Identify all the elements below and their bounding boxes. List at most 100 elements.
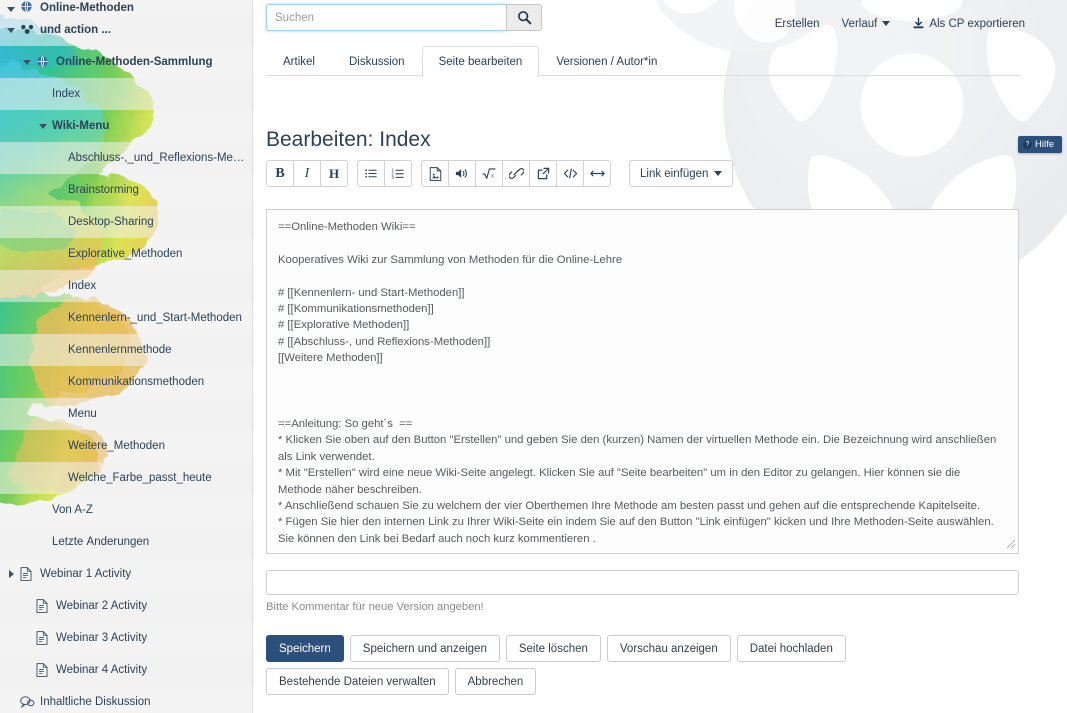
chevron-down-icon — [882, 21, 890, 26]
sidebar-item-label: Index — [52, 88, 80, 100]
header-link-als-cp-exportieren[interactable]: Als CP exportieren — [912, 17, 1025, 30]
chevron-down-icon[interactable] — [23, 57, 33, 67]
sidebar-item-webinar-1-activity[interactable]: Webinar 1 Activity — [0, 558, 252, 590]
page-title: Bearbeiten: Index — [266, 128, 431, 152]
speichern-und-anzeigen-button[interactable]: Speichern und anzeigen — [350, 635, 500, 662]
sidebar-item-wiki-menu[interactable]: Wiki-Menu — [0, 110, 252, 142]
caret-spacer — [55, 409, 65, 419]
caret-spacer — [55, 313, 65, 323]
insert-audio-button[interactable] — [448, 160, 476, 187]
tab-seite-bearbeiten[interactable]: Seite bearbeiten — [422, 46, 540, 78]
tab-diskussion[interactable]: Diskussion — [332, 46, 422, 78]
sidebar-item-label: Weitere_Methoden — [68, 440, 165, 452]
sidebar-item-brainstorming[interactable]: Brainstorming — [0, 174, 252, 206]
caret-spacer — [55, 281, 65, 291]
caret-spacer — [7, 697, 17, 707]
header-link-verlauf[interactable]: Verlauf — [842, 18, 891, 30]
sidebar-item-kennenlernmethode[interactable]: Kennenlernmethode — [0, 334, 252, 366]
link-insert-dropdown[interactable]: Link einfügen — [629, 160, 733, 187]
help-button-label: Hilfe — [1035, 139, 1054, 150]
sidebar-item-inhaltliche-diskussion[interactable]: Inhaltliche Diskussion — [0, 686, 252, 713]
bullet-list-button[interactable] — [357, 160, 385, 187]
sidebar-item-label: Explorative_Methoden — [68, 248, 182, 260]
search-icon — [517, 10, 532, 25]
chevron-down-icon[interactable] — [39, 121, 49, 131]
sidebar-item-von-a-z[interactable]: Von A-Z — [0, 494, 252, 526]
insert-formula-button[interactable]: x — [475, 160, 503, 187]
numbered-list-icon: 123 — [391, 167, 405, 180]
insert-link-icon — [509, 167, 524, 180]
sidebar-item-webinar-3-activity[interactable]: Webinar 3 Activity — [0, 622, 252, 654]
insert-image-icon — [429, 167, 442, 181]
numbered-list-button[interactable]: 123 — [384, 160, 412, 187]
heading-button[interactable]: H — [320, 160, 348, 187]
tab-artikel[interactable]: Artikel — [266, 46, 332, 78]
caret-spacer — [55, 153, 65, 163]
source-code-button[interactable] — [556, 160, 584, 187]
caret-spacer — [23, 601, 33, 611]
sidebar-item-label: Von A-Z — [52, 504, 93, 516]
chevron-right-icon[interactable] — [7, 569, 17, 579]
sidebar-item-explorative-methoden[interactable]: Explorative_Methoden — [0, 238, 252, 270]
speichern-button[interactable]: Speichern — [266, 635, 344, 662]
sidebar-item-index[interactable]: Index — [0, 270, 252, 302]
insert-image-button[interactable] — [421, 160, 449, 187]
sidebar-item-letzte-nderungen[interactable]: Letzte Änderungen — [0, 526, 252, 558]
sidebar-item-label: Kennenlern-_und_Start-Methoden — [68, 312, 242, 324]
chevron-down-icon[interactable] — [7, 4, 17, 14]
sidebar-item-abschluss-und-reflexions-methoden[interactable]: Abschluss-,_und_Reflexions-Methoden — [0, 142, 252, 174]
globe-icon — [36, 55, 51, 69]
version-comment-input[interactable] — [266, 570, 1019, 595]
search-button[interactable] — [506, 4, 542, 31]
sidebar-item-webinar-2-activity[interactable]: Webinar 2 Activity — [0, 590, 252, 622]
header-link-erstellen[interactable]: Erstellen — [775, 18, 820, 30]
sidebar-item-label: Brainstorming — [68, 184, 139, 196]
help-button[interactable]: ? Hilfe — [1018, 136, 1062, 153]
italic-button[interactable]: I — [293, 160, 321, 187]
doc-icon — [20, 567, 35, 581]
insert-link-button[interactable] — [502, 160, 530, 187]
sidebar-item-menu[interactable]: Menu — [0, 398, 252, 430]
sidebar-item-und-action[interactable]: und action ... — [0, 14, 252, 46]
button-label: Abbrechen — [468, 676, 524, 688]
question-circle-icon: ? — [1023, 140, 1032, 149]
sidebar-item-online-methoden[interactable]: Online-Methoden — [0, 0, 252, 14]
svg-text:x: x — [491, 173, 494, 179]
button-label: Seite löschen — [519, 643, 588, 655]
horizontal-rule-button[interactable] — [583, 160, 611, 187]
sidebar-item-label: Kennenlernmethode — [68, 344, 172, 356]
textarea-resize-handle[interactable] — [1006, 539, 1016, 552]
caret-spacer — [55, 377, 65, 387]
bold-button[interactable]: B — [266, 160, 294, 187]
sidebar-item-welche-farbe-passt-heute[interactable]: Welche_Farbe_passt_heute — [0, 462, 252, 494]
search-row — [266, 4, 542, 31]
vorschau-anzeigen-button[interactable]: Vorschau anzeigen — [607, 635, 731, 662]
sidebar-item-label: Letzte Änderungen — [52, 536, 149, 548]
wiki-source-textarea[interactable] — [266, 209, 1019, 554]
abbrechen-button[interactable]: Abbrechen — [455, 668, 537, 695]
sidebar-item-label: Online-Methoden — [40, 2, 134, 14]
bestehende-dateien-verwalten-button[interactable]: Bestehende Dateien verwalten — [266, 668, 449, 695]
version-comment-hint: Bitte Kommentar für neue Version angeben… — [266, 601, 484, 613]
datei-hochladen-button[interactable]: Datei hochladen — [737, 635, 846, 662]
main-content: Erstellen Verlauf Als CP exportieren Artik… — [253, 0, 1067, 713]
sidebar-item-webinar-4-activity[interactable]: Webinar 4 Activity — [0, 654, 252, 686]
sidebar-item-kommunikationsmethoden[interactable]: Kommunikationsmethoden — [0, 366, 252, 398]
sidebar-item-label: Webinar 1 Activity — [40, 568, 131, 580]
external-link-button[interactable] — [529, 160, 557, 187]
sidebar-item-desktop-sharing[interactable]: Desktop-Sharing — [0, 206, 252, 238]
sidebar-item-label: Desktop-Sharing — [68, 216, 154, 228]
chevron-down-icon[interactable] — [7, 25, 17, 35]
doc-icon — [36, 663, 51, 677]
doc-icon — [36, 631, 51, 645]
seite-löschen-button[interactable]: Seite löschen — [506, 635, 601, 662]
sidebar-item-index[interactable]: Index — [0, 78, 252, 110]
sidebar-item-online-methoden-sammlung[interactable]: Online-Methoden-Sammlung — [0, 46, 252, 78]
caret-spacer — [55, 249, 65, 259]
search-input[interactable] — [266, 4, 506, 31]
bullet-list-icon — [364, 167, 378, 180]
sidebar-item-kennenlern-und-start-methoden[interactable]: Kennenlern-_und_Start-Methoden — [0, 302, 252, 334]
svg-text:3: 3 — [392, 175, 395, 180]
sidebar-item-weitere-methoden[interactable]: Weitere_Methoden — [0, 430, 252, 462]
tab-versionen-autor-in[interactable]: Versionen / Autor*in — [539, 46, 674, 78]
